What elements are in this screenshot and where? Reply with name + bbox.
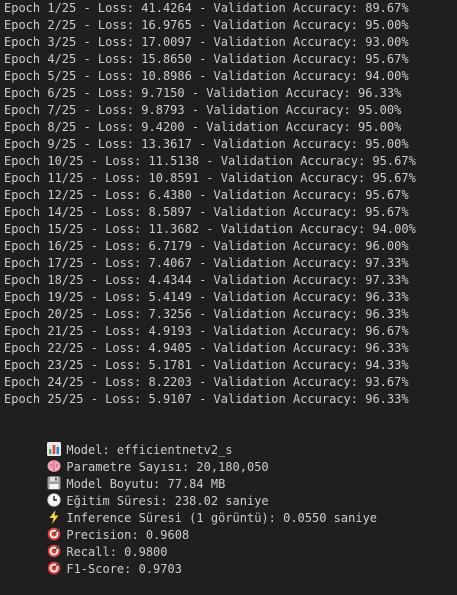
epoch-line: Epoch 24/25 - Loss: 8.2203 - Validation … [4,375,409,389]
epoch-line: Epoch 21/25 - Loss: 4.9193 - Validation … [4,324,409,338]
summary-text: Eğitim Süresi: 238.02 saniye [66,494,269,508]
summary-text: Recall: 0.9800 [66,545,168,559]
summary-text: Model: efficientnetv2_s [66,443,233,457]
epoch-line: Epoch 6/25 - Loss: 9.7150 - Validation A… [4,86,402,100]
epoch-line: Epoch 5/25 - Loss: 10.8986 - Validation … [4,69,409,83]
bar-chart-icon [47,442,62,456]
epoch-line: Epoch 17/25 - Loss: 7.4067 - Validation … [4,256,409,270]
epoch-log: Epoch 1/25 - Loss: 41.4264 - Validation … [4,0,457,408]
summary-text: Inference Süresi (1 görüntü): 0.0550 san… [66,511,378,525]
epoch-line: Epoch 19/25 - Loss: 5.4149 - Validation … [4,290,409,304]
summary-line-model: Model: efficientnetv2_s [4,425,457,457]
summary-text: Model Boyutu: 77.84 MB [66,477,226,491]
summary-text: Precision: 0.9608 [66,528,190,542]
clock-icon [47,493,62,507]
summary-text: F1-Score: 0.9703 [66,562,182,576]
epoch-line: Epoch 1/25 - Loss: 41.4264 - Validation … [4,1,409,15]
epoch-line: Epoch 11/25 - Loss: 10.8591 - Validation… [4,171,416,185]
lightning-icon [49,510,59,524]
epoch-line: Epoch 22/25 - Loss: 4.9405 - Validation … [4,341,409,355]
epoch-line: Epoch 15/25 - Loss: 11.3682 - Validation… [4,222,416,236]
epoch-line: Epoch 9/25 - Loss: 13.3617 - Validation … [4,137,409,151]
epoch-line: Epoch 12/25 - Loss: 6.4380 - Validation … [4,188,409,202]
target-icon [48,561,61,575]
model-summary: Model: efficientnetv2_s Parametre Sayısı… [4,425,457,576]
brain-icon [47,460,61,472]
target-icon [48,544,61,558]
epoch-line: Epoch 10/25 - Loss: 11.5138 - Validation… [4,154,416,168]
epoch-line: Epoch 4/25 - Loss: 15.8650 - Validation … [4,52,409,66]
terminal-output: Epoch 1/25 - Loss: 41.4264 - Validation … [0,0,457,576]
epoch-line: Epoch 2/25 - Loss: 16.9765 - Validation … [4,18,409,32]
epoch-line: Epoch 18/25 - Loss: 4.4344 - Validation … [4,273,409,287]
epoch-line: Epoch 23/25 - Loss: 5.1781 - Validation … [4,358,409,372]
target-icon [48,527,61,541]
epoch-line: Epoch 14/25 - Loss: 8.5897 - Validation … [4,205,409,219]
floppy-disk-icon [47,476,61,490]
summary-text: Parametre Sayısı: 20,180,050 [66,460,269,474]
epoch-line: Epoch 7/25 - Loss: 9.8793 - Validation A… [4,103,402,117]
epoch-line: Epoch 3/25 - Loss: 17.0097 - Validation … [4,35,409,49]
epoch-line: Epoch 25/25 - Loss: 5.9107 - Validation … [4,392,409,406]
epoch-line: Epoch 8/25 - Loss: 9.4200 - Validation A… [4,120,402,134]
epoch-line: Epoch 20/25 - Loss: 7.3256 - Validation … [4,307,409,321]
epoch-line: Epoch 16/25 - Loss: 6.7179 - Validation … [4,239,409,253]
